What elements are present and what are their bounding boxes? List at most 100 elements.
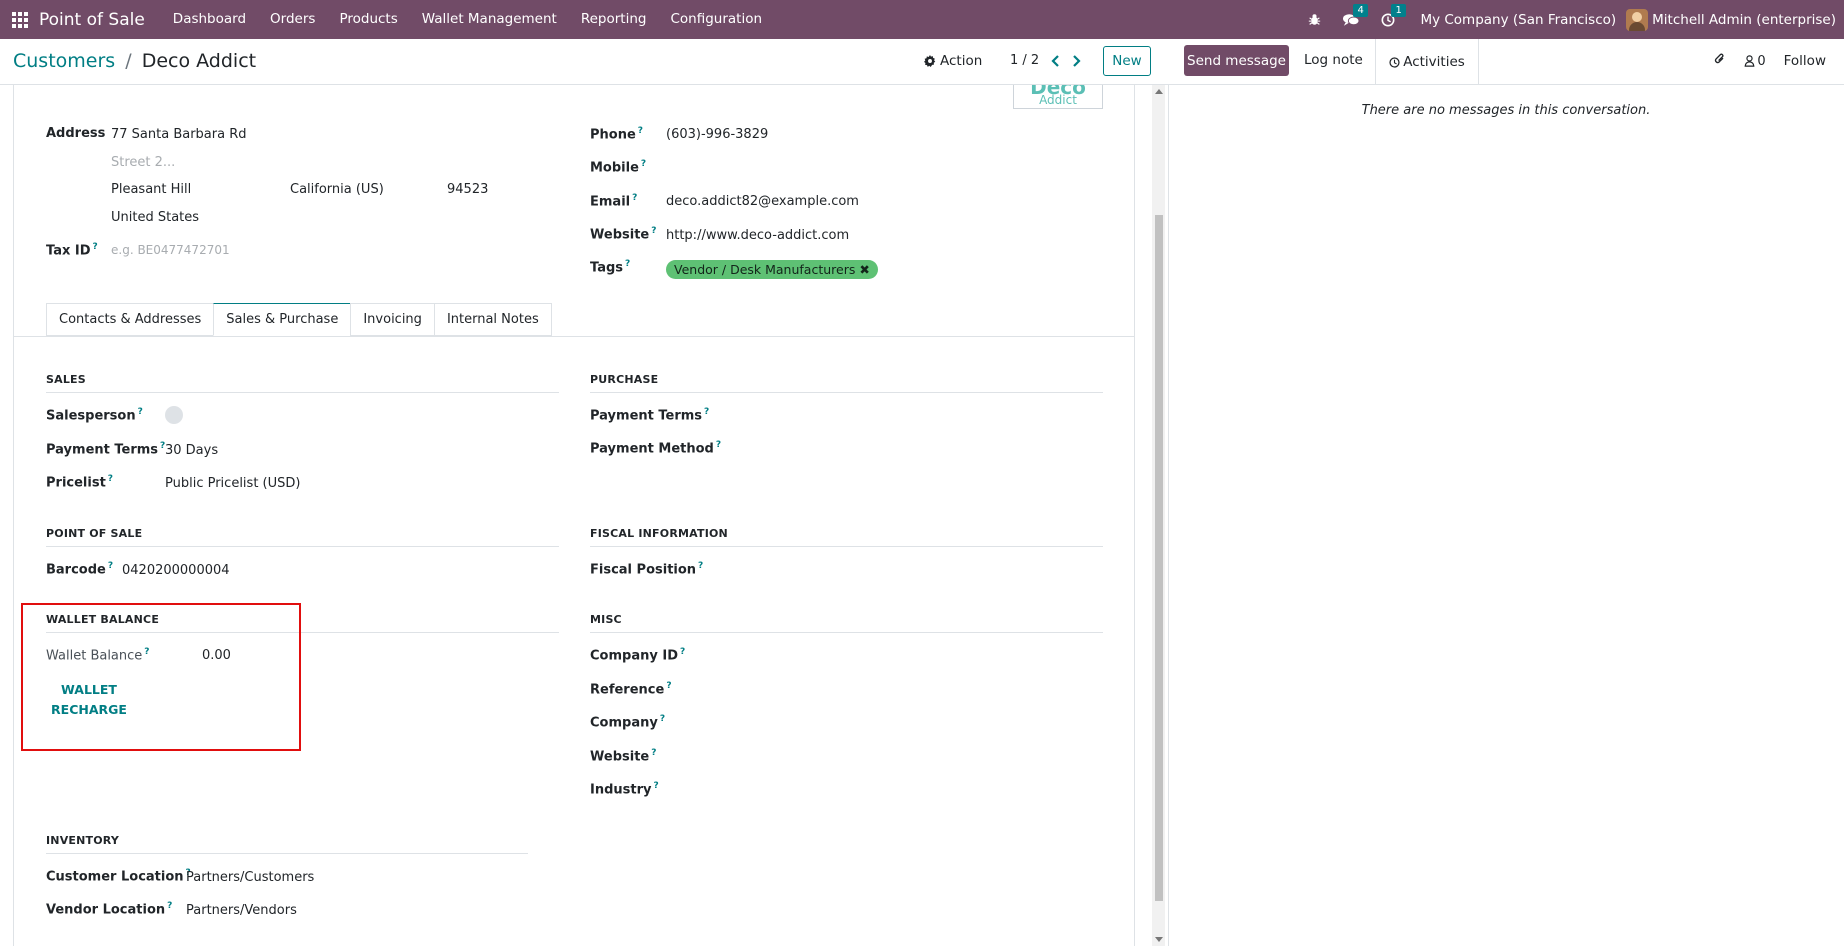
- customer-location-label-text: Customer Location: [46, 869, 184, 885]
- user-menu[interactable]: Mitchell Admin (enterprise): [1626, 8, 1836, 31]
- send-message-button[interactable]: Send message: [1184, 45, 1289, 76]
- partner-logo-image[interactable]: Deco Addict: [1013, 85, 1103, 109]
- scroll-up-icon[interactable]: [1155, 89, 1163, 94]
- app-name[interactable]: Point of Sale: [39, 10, 145, 30]
- paperclip-icon[interactable]: [1713, 52, 1726, 70]
- help-icon[interactable]: ?: [138, 407, 143, 417]
- followers-button[interactable]: 0: [1744, 54, 1766, 69]
- help-icon[interactable]: ?: [638, 126, 643, 136]
- phone-field[interactable]: (603)-996-3829: [666, 127, 768, 142]
- phone-label-text: Phone: [590, 127, 636, 143]
- help-icon[interactable]: ?: [666, 681, 671, 691]
- action-label: Action: [940, 53, 983, 69]
- company-label: Company?: [590, 714, 665, 730]
- tab-invoicing[interactable]: Invoicing: [350, 303, 434, 336]
- breadcrumb-customers[interactable]: Customers: [13, 50, 115, 72]
- scrollbar-thumb[interactable]: [1155, 215, 1163, 901]
- help-icon[interactable]: ?: [632, 193, 637, 203]
- menu-configuration[interactable]: Configuration: [658, 0, 774, 39]
- systray: 4 1 My Company (San Francisco) Mitchell …: [1297, 0, 1844, 39]
- tax-id-field[interactable]: e.g. BE0477472701: [111, 243, 230, 257]
- help-icon[interactable]: ?: [651, 748, 656, 758]
- pricelist-field[interactable]: Public Pricelist (USD): [165, 476, 300, 491]
- mobile-label-text: Mobile: [590, 160, 639, 176]
- section-sales: SALES: [46, 373, 559, 393]
- log-note-button[interactable]: Log note: [1304, 52, 1363, 68]
- menu-orders[interactable]: Orders: [258, 0, 327, 39]
- help-icon[interactable]: ?: [108, 561, 113, 571]
- industry-label-text: Industry: [590, 782, 652, 798]
- payment-terms-field[interactable]: 30 Days: [165, 443, 218, 458]
- salesperson-label: Salesperson?: [46, 407, 143, 423]
- help-icon[interactable]: ?: [698, 561, 703, 571]
- tax-id-label: Tax ID?: [46, 242, 98, 258]
- messages-icon[interactable]: 4: [1343, 3, 1368, 27]
- menu-products[interactable]: Products: [327, 0, 409, 39]
- zip-field[interactable]: 94523: [447, 182, 488, 197]
- help-icon[interactable]: ?: [716, 440, 721, 450]
- street2-field[interactable]: Street 2...: [111, 155, 175, 170]
- email-label: Email?: [590, 193, 637, 209]
- pager-previous-button[interactable]: [1047, 51, 1063, 71]
- help-icon[interactable]: ?: [167, 901, 172, 911]
- section-point-of-sale: POINT OF SALE: [46, 527, 559, 547]
- help-icon[interactable]: ?: [641, 159, 646, 169]
- help-icon[interactable]: ?: [108, 474, 113, 484]
- activities-badge: 1: [1391, 3, 1406, 17]
- pager-next-button[interactable]: [1068, 51, 1084, 71]
- help-icon[interactable]: ?: [704, 407, 709, 417]
- tab-sales-purchase[interactable]: Sales & Purchase: [213, 303, 351, 336]
- payment-terms-label: Payment Terms?: [46, 441, 165, 457]
- company-switcher[interactable]: My Company (San Francisco): [1420, 12, 1616, 28]
- top-navbar: Point of Sale Dashboard Orders Products …: [0, 0, 1844, 39]
- section-inventory: INVENTORY: [46, 834, 528, 854]
- purchase-payment-terms-label: Payment Terms?: [590, 407, 709, 423]
- form-scrollbar[interactable]: [1152, 85, 1165, 946]
- highlight-box: [21, 603, 301, 751]
- tag-remove-icon[interactable]: ✖: [859, 262, 869, 277]
- barcode-label: Barcode?: [46, 561, 113, 577]
- vendor-location-field[interactable]: Partners/Vendors: [186, 903, 297, 918]
- tag-badge: Vendor / Desk Manufacturers ✖: [666, 260, 878, 279]
- street-field[interactable]: 77 Santa Barbara Rd: [111, 127, 247, 142]
- menu-dashboard[interactable]: Dashboard: [161, 0, 258, 39]
- messages-badge: 4: [1353, 3, 1368, 17]
- bug-icon[interactable]: [1308, 13, 1321, 26]
- pager-value[interactable]: 1 / 2: [1010, 53, 1039, 68]
- payment-method-label-text: Payment Method: [590, 441, 714, 457]
- customer-location-field[interactable]: Partners/Customers: [186, 870, 314, 885]
- chatter-actions: 0 Follow: [1713, 52, 1844, 70]
- help-icon[interactable]: ?: [651, 226, 656, 236]
- activities-button[interactable]: Activities: [1375, 39, 1479, 85]
- action-button[interactable]: Action: [924, 53, 982, 69]
- control-panel: Customers / Deco Addict Action 1 / 2 New: [0, 39, 1168, 85]
- salesperson-avatar[interactable]: [165, 406, 183, 424]
- help-icon[interactable]: ?: [660, 714, 665, 724]
- help-icon[interactable]: ?: [654, 781, 659, 791]
- chevron-right-icon: [1072, 55, 1081, 67]
- section-purchase: PURCHASE: [590, 373, 1103, 393]
- address-label: Address: [46, 126, 106, 141]
- tab-internal-notes[interactable]: Internal Notes: [433, 303, 552, 336]
- tab-contacts-addresses[interactable]: Contacts & Addresses: [46, 303, 214, 336]
- app-menu-button[interactable]: [4, 0, 36, 39]
- state-field[interactable]: California (US): [290, 182, 384, 197]
- company-id-label: Company ID?: [590, 647, 685, 663]
- tags-label: Tags?: [590, 259, 630, 275]
- menu-reporting[interactable]: Reporting: [569, 0, 659, 39]
- city-field[interactable]: Pleasant Hill: [111, 182, 191, 197]
- activity-clock-icon[interactable]: 1: [1381, 3, 1406, 27]
- follow-button[interactable]: Follow: [1784, 53, 1826, 69]
- help-icon[interactable]: ?: [625, 259, 630, 269]
- new-button[interactable]: New: [1103, 46, 1151, 76]
- misc-website-label-text: Website: [590, 749, 650, 765]
- help-icon[interactable]: ?: [93, 242, 98, 252]
- website-field[interactable]: http://www.deco-addict.com: [666, 228, 849, 243]
- country-field[interactable]: United States: [111, 210, 199, 225]
- email-field[interactable]: deco.addict82@example.com: [666, 194, 859, 209]
- barcode-field[interactable]: 0420200000004: [122, 563, 230, 578]
- scroll-down-icon[interactable]: [1155, 937, 1163, 942]
- menu-wallet-management[interactable]: Wallet Management: [410, 0, 569, 39]
- help-icon[interactable]: ?: [680, 647, 685, 657]
- tax-id-label-text: Tax ID: [46, 243, 91, 259]
